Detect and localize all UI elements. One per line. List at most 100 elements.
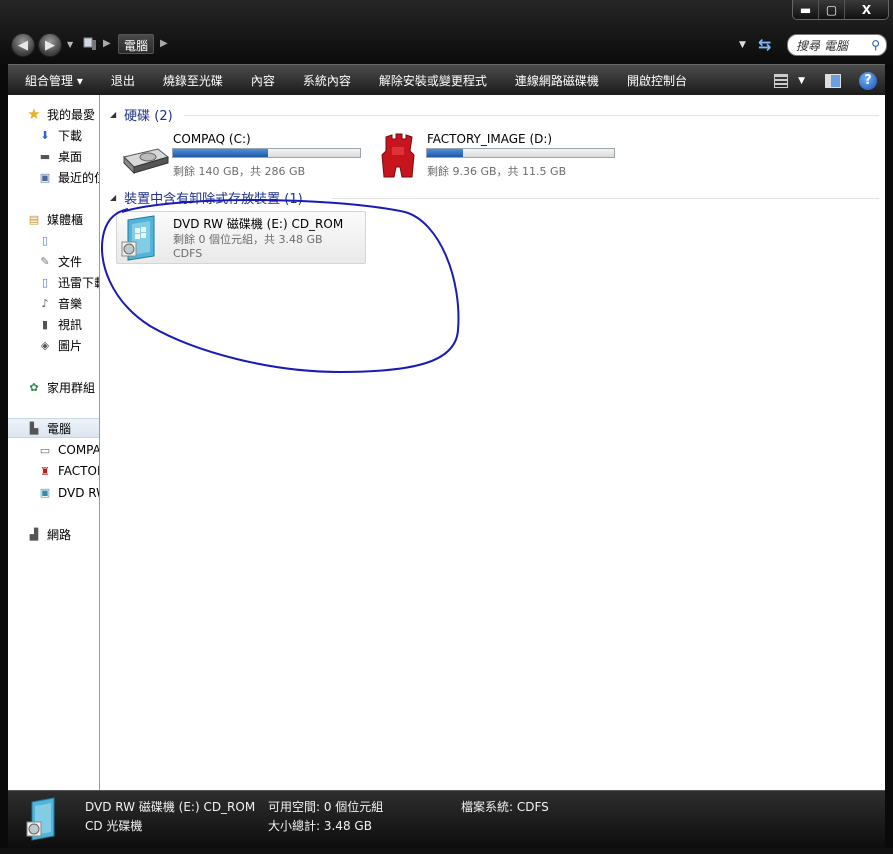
nav-pictures[interactable]: ◈ 圖片 [8,335,99,355]
collapse-triangle-icon[interactable]: ◢ [110,193,116,202]
group-divider [332,198,879,199]
nav-label: 網路 [47,527,72,542]
arrow-right-icon: ▶ [45,37,55,53]
change-view-icon[interactable] [774,73,789,88]
preview-pane-icon[interactable] [825,73,841,88]
system-properties-button[interactable]: 系統內容 [289,72,365,89]
nav-favorites[interactable]: ★ 我的最愛 [8,104,99,124]
drive-d-free-space: 剩餘 9.36 GB，共 11.5 GB [427,165,567,178]
view-dropdown-icon[interactable]: ▼ [798,76,805,86]
drive-c-tile[interactable]: COMPAQ (C:) 剩餘 140 GB，共 286 GB [120,132,365,181]
kingston-drive-icon: ♜ [40,464,50,478]
drive-e-filesystem: CDFS [173,247,203,260]
nav-drive-c[interactable]: ▭ COMPAQ (C:) [8,440,100,460]
caption-buttons: ▬ ▢ X [792,0,889,20]
open-control-panel-button[interactable]: 開啟控制台 [613,72,701,89]
status-drive-name: DVD RW 磁碟機 (E:) CD_ROM [85,800,256,814]
breadcrumb-computer[interactable]: 電腦 [118,34,155,54]
pictures-icon: ◈ [40,338,50,352]
organize-button[interactable]: 組合管理 ▾ [8,72,97,89]
nav-computer[interactable]: ▙ 電腦 [8,418,99,438]
network-icon: ▟ [29,527,39,541]
nav-recent-places[interactable]: ▣ 最近的位置 [8,167,99,187]
drive-d-name: FACTORY_IMAGE (D:) [427,132,553,146]
window-titlebar: ▬ ▢ X ◀ ▶ ▼ ▶ 電腦 ▶ ▼ ⇆ 搜尋 電腦 ⚲ [0,0,893,64]
dvd-drive-icon [121,215,155,261]
status-drive-type: CD 光碟機 [85,819,143,833]
nav-thunder-downloads[interactable]: ▯ 迅雷下載 [8,272,99,292]
recent-pages-dropdown[interactable]: ▼ [67,40,73,49]
search-input[interactable]: 搜尋 電腦 ⚲ [787,34,887,56]
nav-music[interactable]: ♪ 音樂 [8,293,99,313]
nav-documents[interactable]: ✎ 文件 [8,251,99,271]
nav-label: 下載 [58,128,83,143]
library-icon: ▤ [28,212,40,226]
nav-desktop[interactable]: ▬ 桌面 [8,146,99,166]
homegroup-icon: ✿ [29,380,39,394]
nav-label: DVD RW 磁碟機 (E:) CD_ROM [58,485,99,500]
nav-videos[interactable]: ▮ 視訊 [8,314,99,334]
properties-button[interactable]: 內容 [237,72,289,89]
map-network-drive-button[interactable]: 連線網路磁碟機 [501,72,613,89]
nav-homegroup[interactable]: ✿ 家用群組 [8,377,99,397]
nav-label: 文件 [58,254,83,269]
nav-label: 視訊 [58,317,83,332]
close-button[interactable]: X [845,0,888,19]
drive-d-tile[interactable]: FACTORY_IMAGE (D:) 剩餘 9.36 GB，共 11.5 GB [376,132,621,181]
recent-places-icon: ▣ [39,170,51,184]
drive-e-free-space: 剩餘 0 個位元組，共 3.48 GB [173,233,323,246]
taskbar-edge [0,848,893,854]
group-header-removable[interactable]: ◢ 裝置中含有卸除式存放裝置 (1) [110,188,303,207]
maximize-button[interactable]: ▢ [819,0,845,19]
collapse-triangle-icon[interactable]: ◢ [110,110,116,119]
details-pane: DVD RW 磁碟機 (E:) CD_ROM CD 光碟機 可用空間: 0 個位… [8,790,885,848]
drive-c-usage-bar [172,148,361,158]
nav-label: 圖片 [58,338,83,353]
hard-drive-icon [123,148,170,175]
drive-c-name: COMPAQ (C:) [173,132,251,146]
address-dropdown-icon[interactable]: ▼ [739,40,746,50]
status-total-size: 大小總計: 3.48 GB [268,819,372,833]
nav-downloads[interactable]: ⬇ 下載 [8,125,99,145]
group-divider [184,115,879,116]
nav-network[interactable]: ▟ 網路 [8,524,99,544]
nav-library-unnamed[interactable]: ▯ [8,230,99,250]
video-icon: ▮ [41,317,49,331]
eject-button[interactable]: 退出 [97,72,149,89]
nav-drive-e[interactable]: ▣ DVD RW 磁碟機 (E:) CD_ROM [8,482,99,502]
refresh-icon[interactable]: ⇆ [758,35,771,54]
drive-e-tile[interactable]: DVD RW 磁碟機 (E:) CD_ROM 剩餘 0 個位元組，共 3.48 … [116,211,366,264]
nav-label: 迅雷下載 [58,275,99,290]
uninstall-program-button[interactable]: 解除安裝或變更程式 [365,72,501,89]
chevron-right-icon[interactable]: ▶ [103,38,111,49]
hard-drive-icon: ▭ [39,443,51,457]
status-free-space: 可用空間: 0 個位元組 [268,800,384,814]
computer-icon: ▙ [29,421,39,435]
file-list-pane: ◢ 硬碟 (2) ◢ 裝置中含有卸除式存放裝置 (1) [100,95,885,790]
help-icon[interactable]: ? [859,71,877,90]
nav-drive-d[interactable]: ♜ FACTORY_IMAGE (D:) [8,461,100,481]
nav-label: 桌面 [58,149,83,164]
arrow-left-icon: ◀ [18,37,28,53]
toolbar-right-group: ▼ ? [774,65,885,96]
drive-d-usage-fill [427,149,463,157]
forward-button[interactable]: ▶ [38,33,62,57]
drive-e-name: DVD RW 磁碟機 (E:) CD_ROM [173,217,344,231]
nav-label: FACTORY_IMAGE (D:) [58,464,100,478]
chevron-right-icon[interactable]: ▶ [160,38,168,49]
command-toolbar: 組合管理 ▾ 退出 燒錄至光碟 內容 系統內容 解除安裝或變更程式 連線網路磁碟… [8,64,885,95]
burn-to-disc-button[interactable]: 燒錄至光碟 [149,72,237,89]
nav-label: COMPAQ (C:) [58,443,100,457]
back-button[interactable]: ◀ [11,33,35,57]
nav-label: 家用群組 [47,380,96,395]
kingston-drive-icon [381,133,415,178]
minimize-button[interactable]: ▬ [793,0,819,19]
dvd-drive-icon [26,797,55,841]
nav-label: 我的最愛 [47,107,96,122]
nav-label: 媒體櫃 [47,212,84,227]
search-icon[interactable]: ⚲ [871,38,880,52]
group-header-hard-disks[interactable]: ◢ 硬碟 (2) [110,105,173,124]
group-title: 硬碟 (2) [124,109,173,124]
nav-libraries[interactable]: ▤ 媒體櫃 [8,209,99,229]
drive-d-usage-bar [426,148,615,158]
